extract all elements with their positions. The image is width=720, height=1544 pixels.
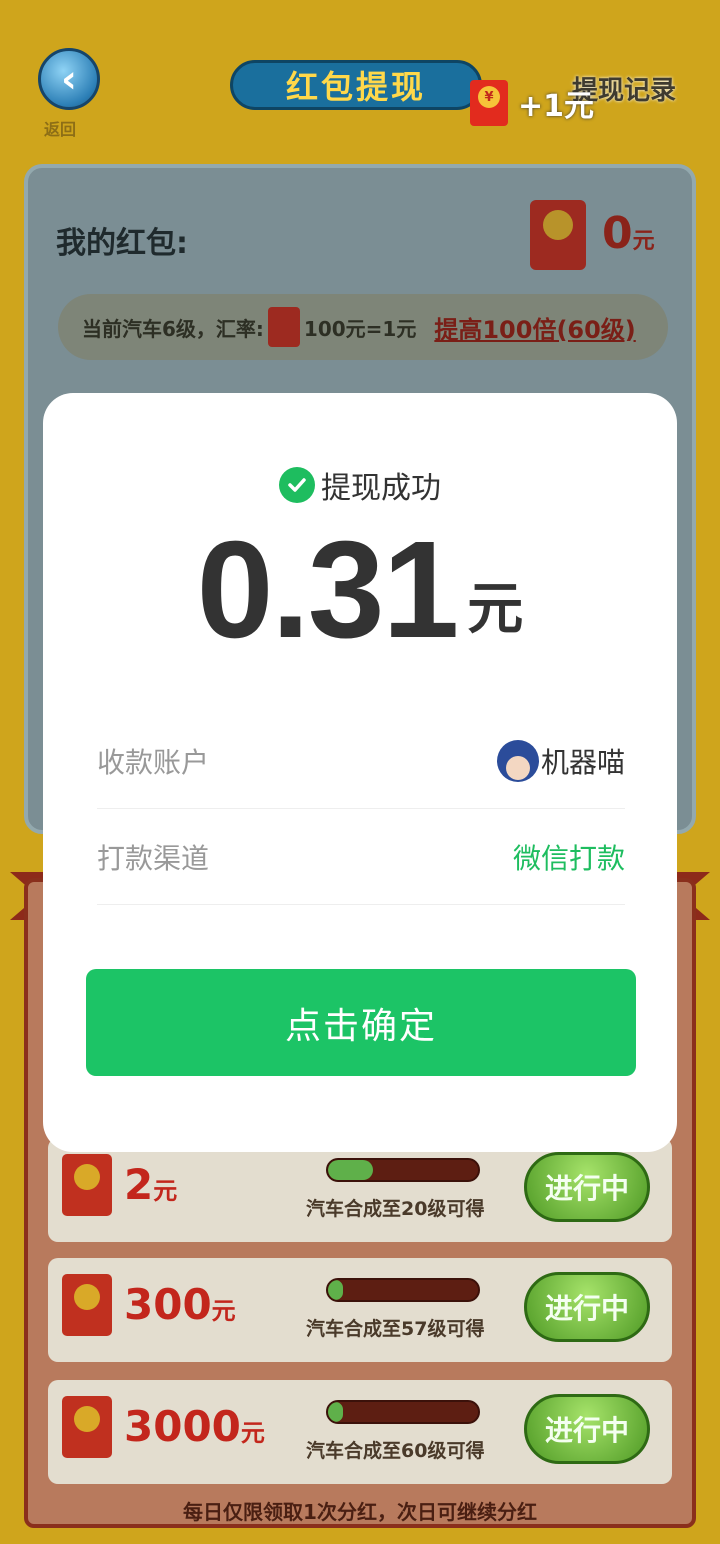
withdraw-amount-unit: 元 <box>467 577 524 642</box>
status-row: 提现成功 <box>43 463 677 507</box>
channel-label: 打款渠道 <box>97 841 210 875</box>
check-circle-icon <box>279 467 315 503</box>
channel-row: 打款渠道 微信打款 <box>97 809 625 905</box>
withdraw-amount: 0.31 元 <box>43 521 677 659</box>
channel-value: 微信打款 <box>512 841 625 875</box>
account-value: 机器喵 <box>496 739 625 782</box>
withdraw-success-dialog: 提现成功 0.31 元 收款账户 机器喵 打款渠道 微信打款 点击确定 <box>43 393 677 1152</box>
withdraw-amount-value: 0.31 <box>196 513 460 667</box>
confirm-button[interactable]: 点击确定 <box>86 969 636 1076</box>
account-name: 机器喵 <box>540 745 625 779</box>
account-label: 收款账户 <box>97 745 210 779</box>
status-text: 提现成功 <box>321 471 441 506</box>
avatar-icon <box>496 739 539 782</box>
account-row: 收款账户 机器喵 <box>97 713 625 809</box>
